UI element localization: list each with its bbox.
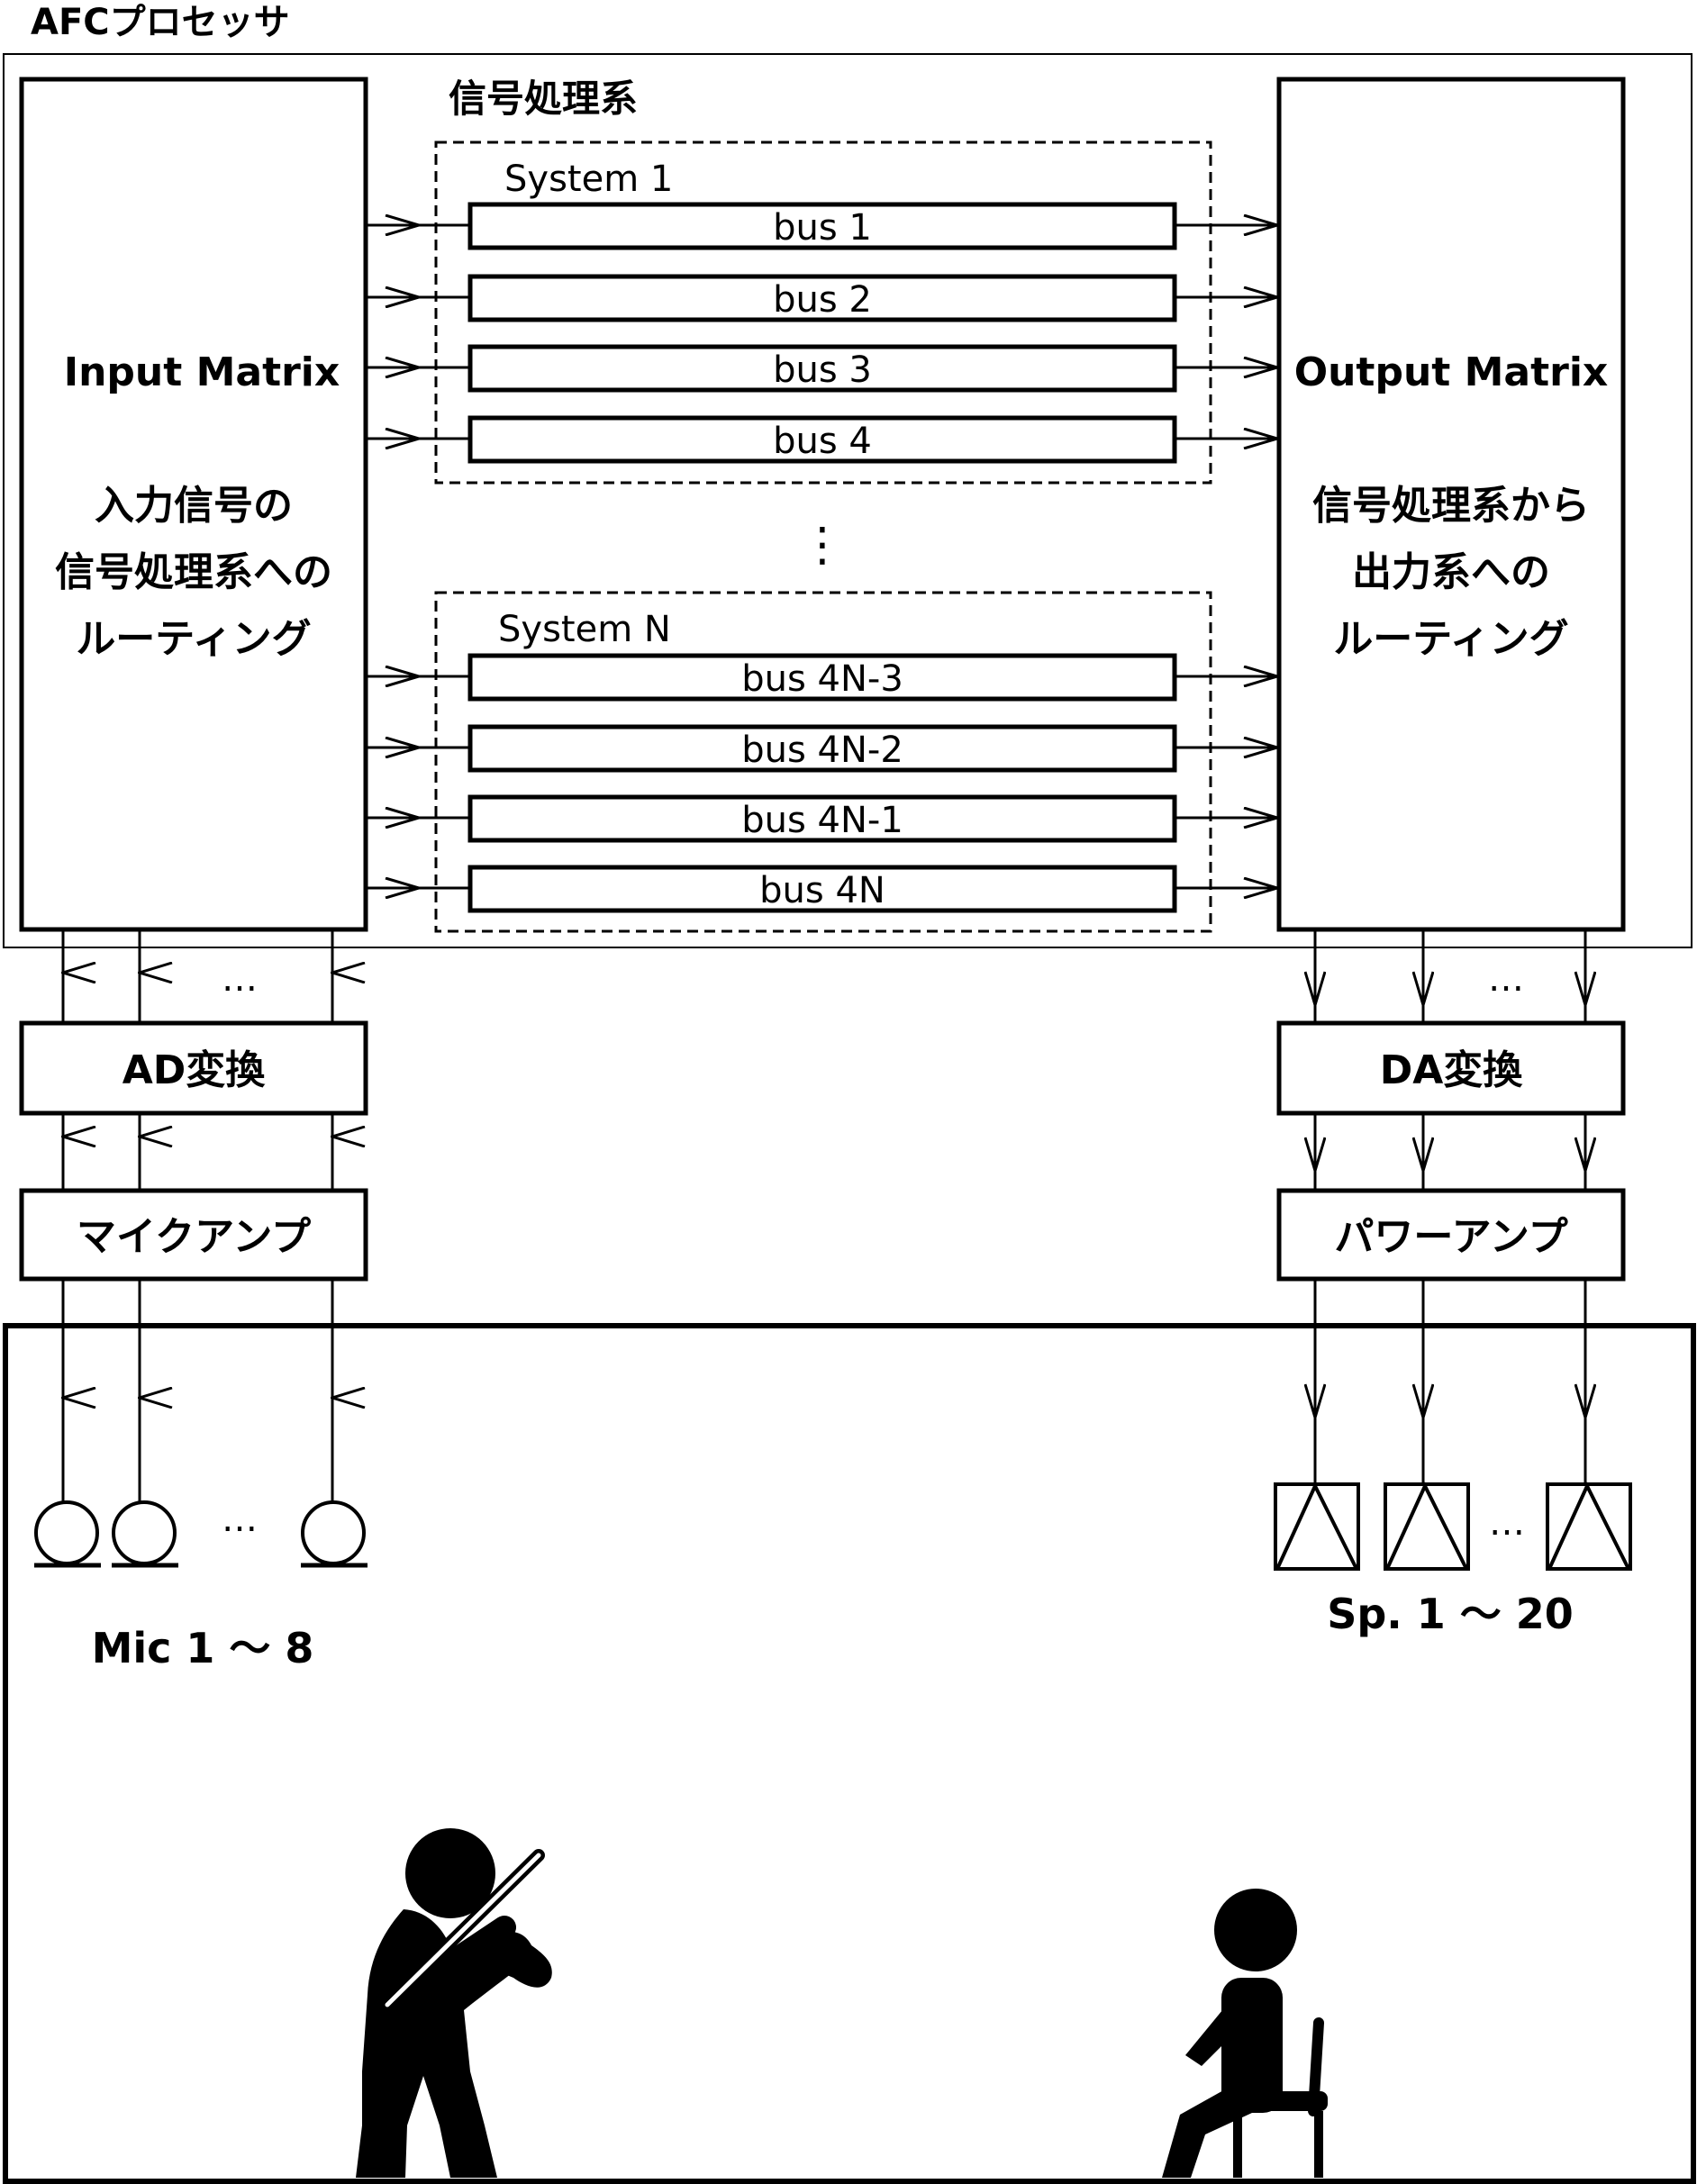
bus-label: bus 4N [759, 870, 885, 911]
bus-label: bus 4N-2 [741, 730, 903, 771]
microphone-icon [112, 1500, 178, 1568]
output-chain: … DA変換 パワーアンプ [1276, 931, 1626, 1484]
channels-ellipsis: … [222, 958, 258, 1000]
system-1-label: System 1 [504, 159, 673, 200]
output-channels-ellipsis: … [1488, 958, 1524, 1000]
input-matrix-title: Input Matrix [64, 349, 340, 395]
mic-amp-label: マイクアンプ [77, 1214, 311, 1260]
hall: … Mic 1 ～ 8 … Sp. 1 ～ 20 [3, 1323, 1696, 2184]
bus-label: bus 4N-3 [741, 658, 903, 700]
speaker-label: Sp. 1 ～ 20 [1327, 1590, 1574, 1638]
bus-label: bus 1 [773, 207, 872, 249]
input-matrix-desc-line-3: ルーティング [76, 616, 311, 662]
bus-label: bus 4 [773, 421, 872, 462]
bus-label: bus 3 [773, 349, 872, 391]
system-n: System N bus 4N-3 bus 4N-2 bus 4N-1 bus … [368, 591, 1277, 933]
input-matrix-desc-line-2: 信号処理系への [55, 549, 332, 595]
output-matrix-desc-line-2: 出力系への [1352, 549, 1550, 595]
speaker-icon [1546, 1482, 1632, 1571]
signal-system-label: 信号処理系 [449, 77, 638, 121]
processor-title: AFCプロセッサ [31, 2, 290, 43]
input-matrix-desc-line-1: 入力信号の [95, 483, 293, 529]
seated-listener-icon [1162, 1889, 1328, 2178]
violinist-icon [356, 1828, 552, 2178]
input-matrix: Input Matrix 入力信号の 信号処理系への ルーティング [19, 77, 368, 932]
speakers-ellipsis: … [1489, 1502, 1525, 1544]
speaker-icon [1384, 1482, 1470, 1571]
output-matrix-desc-line-1: 信号処理系から [1312, 483, 1590, 529]
bus-label: bus 4N-1 [741, 800, 903, 841]
output-matrix-desc-line-3: ルーティング [1333, 616, 1568, 662]
hall-frame [3, 1323, 1696, 2184]
microphone-icon [34, 1500, 101, 1568]
speaker-icon [1274, 1482, 1360, 1571]
da-converter-label: DA変換 [1380, 1047, 1524, 1093]
power-amp-label: パワーアンプ [1334, 1214, 1567, 1260]
output-matrix: Output Matrix 信号処理系から 出力系への ルーティング [1276, 77, 1626, 932]
mic-label: Mic 1 ～ 8 [92, 1624, 314, 1672]
ad-converter-label: AD変換 [123, 1047, 267, 1093]
bus-label: bus 2 [773, 279, 872, 321]
system-1: System 1 bus 1 bus 2 bus 3 bus 4 [368, 140, 1277, 485]
mics-ellipsis: … [222, 1499, 258, 1540]
systems-ellipsis: ⋮ [799, 518, 846, 572]
system-n-label: System N [498, 609, 671, 650]
output-matrix-title: Output Matrix [1294, 349, 1609, 395]
microphone-icon [301, 1500, 368, 1568]
input-chain: … AD変換 マイクアンプ [19, 931, 368, 1504]
